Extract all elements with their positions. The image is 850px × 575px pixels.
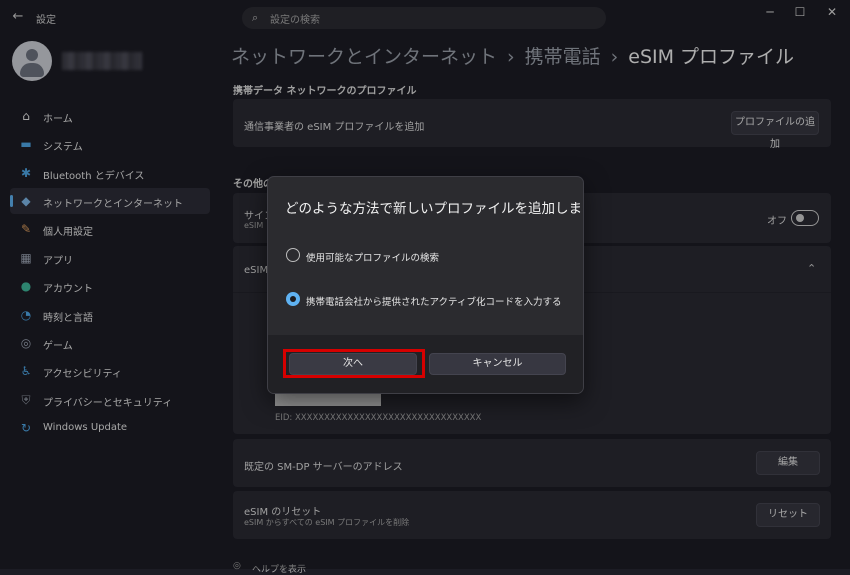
option-search-label: 使用可能なプロファイルの検索: [306, 253, 440, 264]
radio-activation[interactable]: [286, 292, 300, 306]
dialog-footer: 次へ キャンセル: [268, 335, 583, 393]
option-activation-label: 携帯電話会社から提供されたアクティブ化コードを入力する: [306, 297, 562, 308]
option-activation-code[interactable]: 携帯電話会社から提供されたアクティブ化コードを入力する: [286, 291, 576, 309]
radio-search[interactable]: [286, 248, 300, 262]
option-search-profiles[interactable]: 使用可能なプロファイルの検索: [286, 247, 566, 265]
add-profile-dialog: どのような方法で新しいプロファイルを追加しますか? 使用可能なプロファイルの検索…: [267, 176, 584, 394]
cancel-button[interactable]: キャンセル: [429, 353, 566, 375]
next-button[interactable]: 次へ: [289, 353, 417, 375]
radio-selected-dot: [290, 296, 296, 302]
dialog-title: どのような方法で新しいプロファイルを追加しますか?: [285, 201, 584, 217]
